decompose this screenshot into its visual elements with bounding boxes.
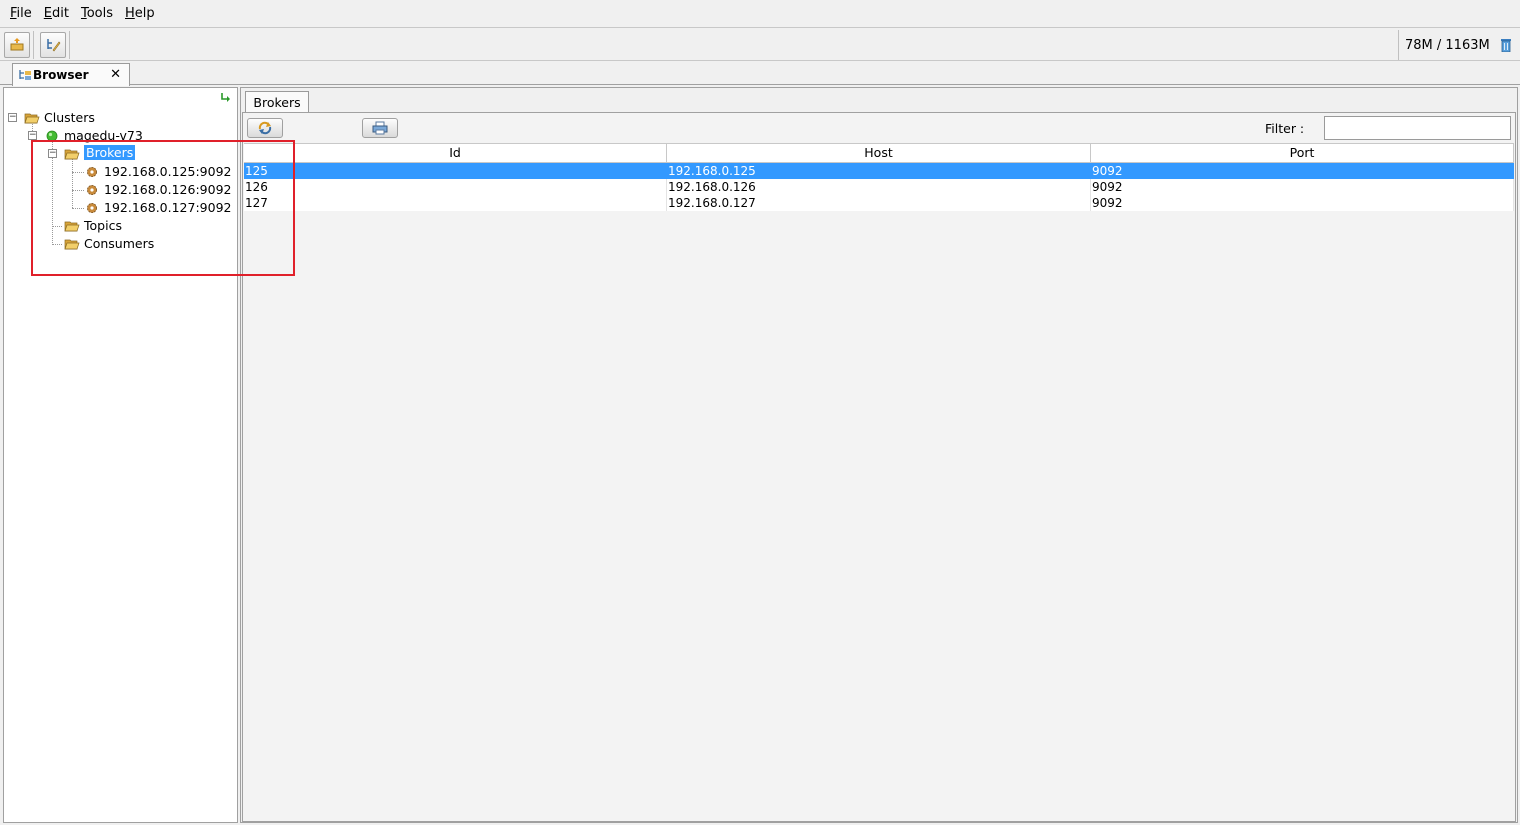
menu-help[interactable]: Help [119,6,161,21]
menu-edit[interactable]: Edit [38,6,75,21]
cell-id: 126 [244,179,667,195]
cell-host: 192.168.0.127 [667,195,1091,211]
toolbar: 78M / 1163M [0,29,1520,61]
column-header-port[interactable]: Port [1091,144,1514,162]
tab-browser[interactable]: Browser ✕ [12,63,130,86]
memory-usage-text: 78M / 1163M [1405,37,1490,53]
cell-port: 9092 [1091,179,1514,195]
add-cluster-button[interactable] [4,32,30,58]
annotation-highlight-box [31,140,295,276]
tree-edit-icon [47,39,61,52]
tree-label-clusters: Clusters [44,110,95,125]
table-header: Id Host Port [244,143,1514,163]
table-row[interactable]: 125 192.168.0.125 9092 [244,163,1514,179]
tab-brokers[interactable]: Brokers [245,91,309,113]
table-row[interactable]: 126 192.168.0.126 9092 [244,179,1514,195]
collapse-arrow-icon[interactable] [219,91,233,105]
cell-port: 9092 [1091,163,1514,179]
cell-host: 192.168.0.125 [667,163,1091,179]
tab-brokers-label: Brokers [253,95,301,110]
menu-tools[interactable]: Tools [75,6,119,21]
menu-bar: File Edit Tools Help [0,0,1520,28]
close-icon[interactable]: ✕ [110,67,121,82]
collapse-toggle-icon[interactable]: − [28,131,37,140]
toolbar-separator [33,31,34,59]
refresh-icon [258,121,272,135]
print-icon [372,121,388,135]
brokers-panel: Brokers Filter : Id Host Port 125 192.16… [240,87,1518,823]
filter-label: Filter : [1265,121,1305,136]
cell-id: 125 [244,163,667,179]
collapse-toggle-icon[interactable]: − [8,113,17,122]
menu-file[interactable]: File [4,6,38,21]
table-row[interactable]: 127 192.168.0.127 9092 [244,195,1514,211]
open-folder-icon [24,113,40,124]
add-cluster-icon [10,38,24,51]
brokers-content: Filter : Id Host Port 125 192.168.0.125 … [242,112,1516,822]
toolbar-separator [69,31,70,59]
print-button[interactable] [362,118,398,138]
cell-port: 9092 [1091,195,1514,211]
document-tab-bar: Browser ✕ [0,62,1520,86]
edit-tree-button[interactable] [40,32,66,58]
cell-id: 127 [244,195,667,211]
brokers-table: Id Host Port 125 192.168.0.125 9092 126 … [244,143,1514,211]
cell-host: 192.168.0.126 [667,179,1091,195]
column-header-id[interactable]: Id [244,144,667,162]
memory-indicator: 78M / 1163M [1398,30,1520,60]
column-header-host[interactable]: Host [667,144,1091,162]
refresh-button[interactable] [247,118,283,138]
tab-browser-label: Browser [33,68,89,82]
filter-input[interactable] [1324,116,1511,140]
trash-icon[interactable] [1500,38,1512,52]
browser-tree-icon [19,70,31,80]
